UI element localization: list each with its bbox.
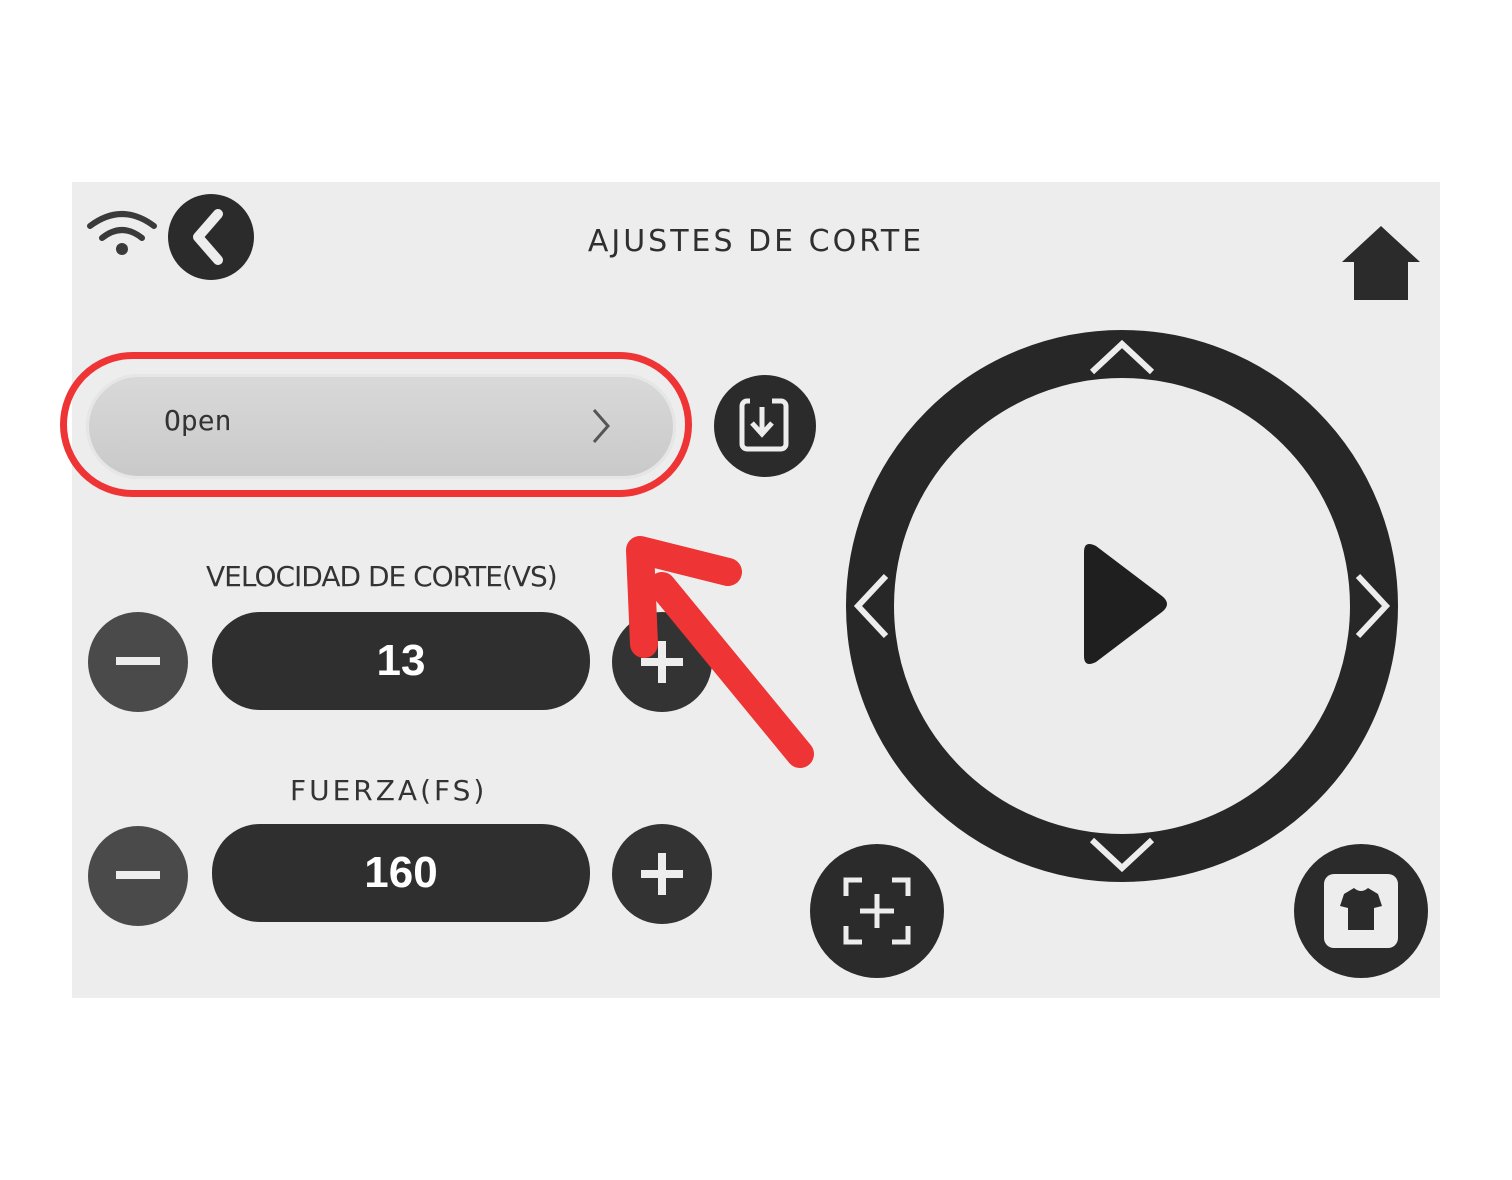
jog-control [844, 328, 1400, 884]
force-increase-button[interactable] [612, 824, 712, 924]
crosshair-icon [843, 877, 911, 945]
page-title: AJUSTES DE CORTE [587, 224, 925, 259]
position-button[interactable] [810, 844, 944, 978]
annotation-arrow [626, 536, 814, 768]
speed-value: 13 [212, 612, 590, 710]
speed-decrease-button[interactable] [88, 612, 188, 712]
chevron-down-icon[interactable] [1082, 832, 1162, 878]
speed-label: VELOCIDAD DE CORTE(VS) [206, 560, 558, 593]
minus-icon [116, 657, 160, 665]
material-button[interactable] [1294, 844, 1428, 978]
save-button[interactable] [714, 375, 816, 477]
plus-icon [641, 853, 683, 895]
force-label: FUERZA(FS) [290, 774, 488, 807]
home-icon[interactable] [1338, 222, 1424, 302]
chevron-right-icon[interactable] [1350, 566, 1396, 646]
highlight-outline [60, 352, 692, 497]
chevron-up-icon[interactable] [1082, 334, 1162, 380]
force-decrease-button[interactable] [88, 826, 188, 926]
force-value: 160 [212, 824, 590, 922]
play-icon[interactable] [1076, 538, 1176, 668]
tshirt-icon [1324, 874, 1398, 948]
minus-icon [116, 871, 160, 879]
save-icon [739, 393, 789, 452]
